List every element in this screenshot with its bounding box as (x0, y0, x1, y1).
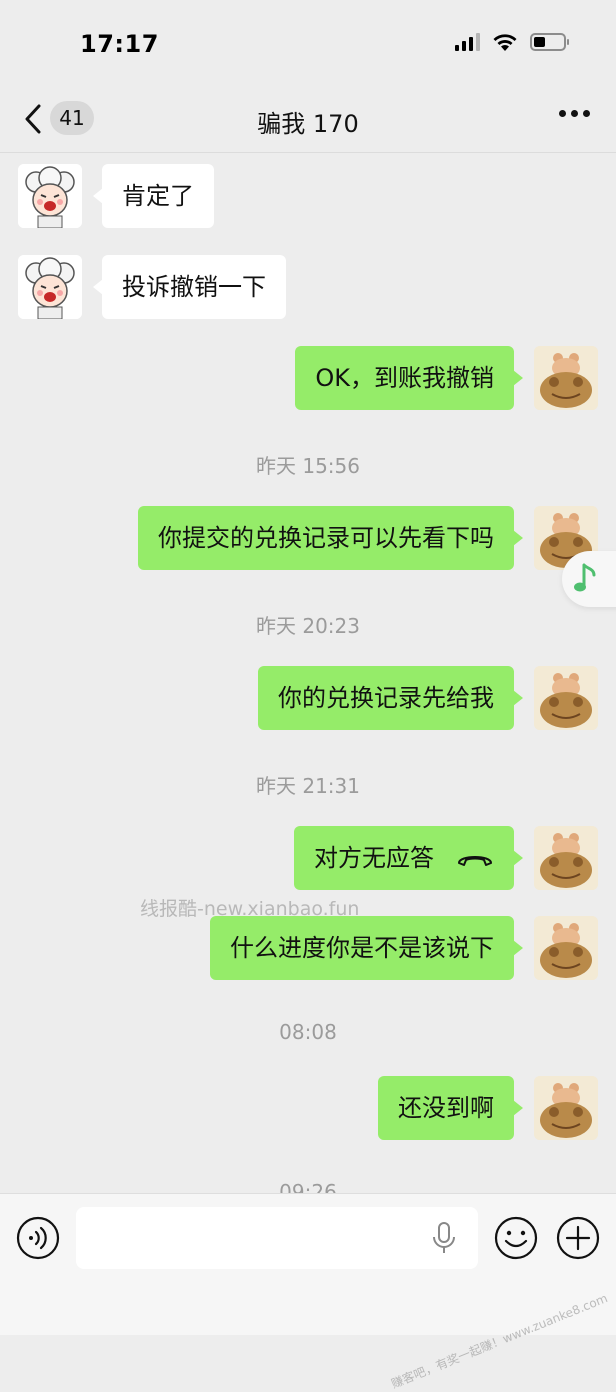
chat-header: 41 骗我 170 (0, 90, 616, 153)
message-bubble[interactable]: 投诉撤销一下 (93, 255, 286, 319)
status-time: 17:17 (80, 30, 159, 58)
toad-avatar-icon (534, 346, 598, 410)
emoji-icon[interactable] (494, 1216, 538, 1260)
toad-avatar-icon (534, 826, 598, 890)
my-avatar[interactable] (534, 346, 598, 410)
message-bubble[interactable]: 你的兑换记录先给我 (258, 666, 523, 730)
sheep-avatar-icon (18, 164, 82, 228)
message-bubble[interactable]: 肯定了 (93, 164, 214, 228)
status-bar: 17:17 (0, 0, 616, 90)
toad-avatar-icon (534, 1076, 598, 1140)
chat-title: 骗我 170 (257, 110, 359, 138)
cellular-signal-icon (455, 33, 480, 51)
message-list[interactable]: 肯定了 投诉撤销一下 OK，到账我撤销 昨天 15:56 你提交的兑换记录可以先… (0, 153, 616, 1193)
message-input[interactable] (76, 1207, 478, 1269)
toad-avatar-icon (534, 666, 598, 730)
voice-icon[interactable] (16, 1216, 60, 1260)
timestamp: 昨天 20:23 (256, 614, 360, 638)
call-status-text: 对方无应答 (314, 844, 434, 872)
input-bar: 赚客吧，有奖一起赚！www.zuanke8.com (0, 1193, 616, 1391)
wifi-icon (493, 34, 517, 51)
music-note-icon (574, 563, 596, 592)
corner-watermark: 赚客吧，有奖一起赚！www.zuanke8.com (389, 1291, 610, 1391)
more-dots-icon[interactable] (559, 110, 590, 117)
timestamp: 08:08 (279, 1020, 337, 1044)
timestamp: 09:26 (279, 1180, 337, 1193)
microphone-icon[interactable] (430, 1221, 458, 1255)
plus-icon[interactable] (556, 1216, 600, 1260)
contact-avatar[interactable] (18, 164, 82, 228)
sheep-avatar-icon (18, 255, 82, 319)
battery-icon (530, 33, 569, 51)
my-avatar[interactable] (534, 1076, 598, 1140)
message-bubble[interactable]: 什么进度你是不是该说下 (210, 916, 523, 980)
contact-avatar[interactable] (18, 255, 82, 319)
floating-music-button[interactable] (562, 551, 616, 607)
call-record-bubble[interactable]: 对方无应答 (294, 826, 523, 890)
my-avatar[interactable] (534, 916, 598, 980)
message-bubble[interactable]: OK，到账我撤销 (295, 346, 523, 410)
timestamp: 昨天 15:56 (256, 454, 360, 478)
my-avatar[interactable] (534, 666, 598, 730)
timestamp: 昨天 21:31 (256, 774, 360, 798)
my-avatar[interactable] (534, 826, 598, 890)
status-icons (455, 32, 569, 52)
phone-hangup-icon (458, 856, 492, 866)
message-bubble[interactable]: 你提交的兑换记录可以先看下吗 (138, 506, 523, 570)
message-bubble[interactable]: 还没到啊 (378, 1076, 523, 1140)
toad-avatar-icon (534, 916, 598, 980)
